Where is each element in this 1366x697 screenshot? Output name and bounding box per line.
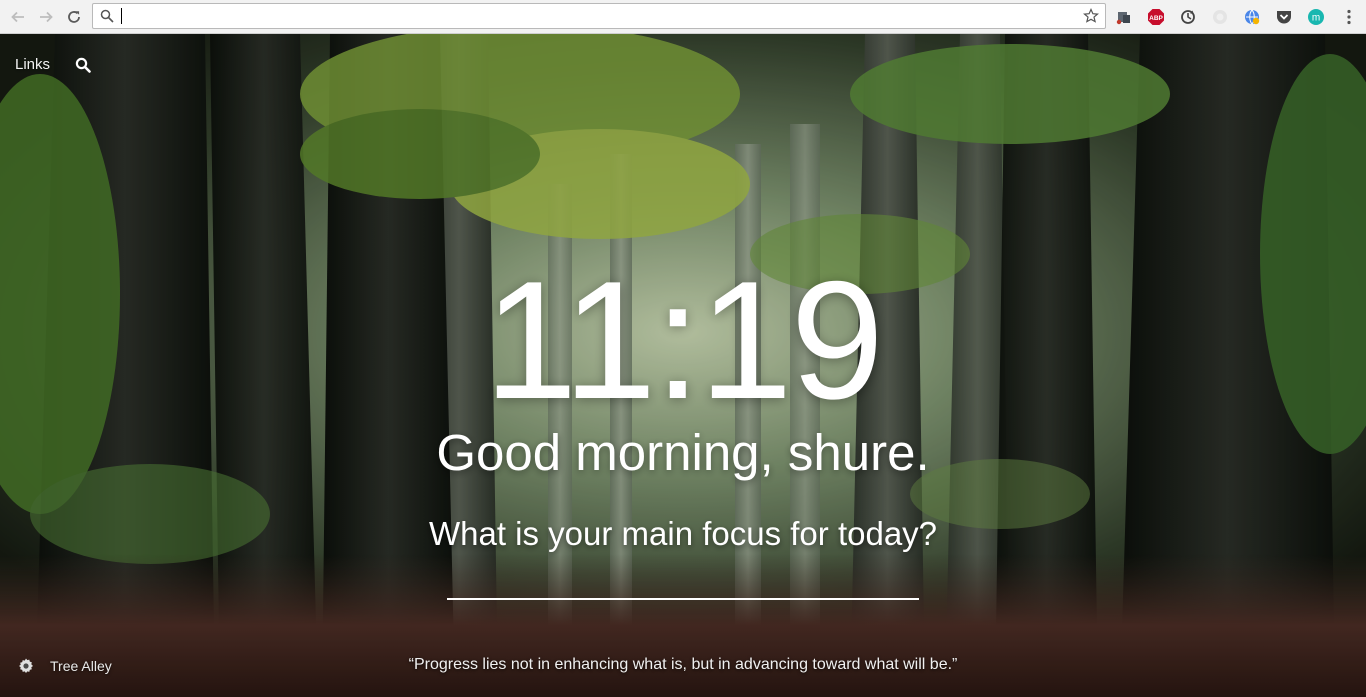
back-button[interactable]: [7, 6, 29, 28]
extension-adblock[interactable]: ABP: [1147, 8, 1165, 26]
translate-globe-icon: [1245, 9, 1260, 25]
browser-toolbar: ABP m: [0, 0, 1366, 34]
focus-question: What is your main focus for today?: [428, 515, 938, 552]
text-caret: [121, 8, 122, 24]
svg-text:m: m: [1312, 13, 1320, 24]
extension-sync[interactable]: [1179, 8, 1197, 26]
extension-disabled[interactable]: [1211, 8, 1229, 26]
extension-momentum[interactable]: m: [1307, 8, 1325, 26]
bookmark-star-icon[interactable]: [1083, 8, 1099, 24]
back-arrow-icon: [11, 11, 24, 23]
extension-translate[interactable]: [1243, 8, 1261, 26]
address-input[interactable]: [120, 6, 1070, 26]
clock-time: 11:19: [484, 246, 884, 434]
address-bar[interactable]: [92, 3, 1106, 29]
focus-input[interactable]: [447, 566, 919, 600]
adblock-plus-icon: ABP: [1148, 9, 1164, 25]
pocket-icon: [1277, 11, 1291, 24]
links-button[interactable]: Links: [15, 56, 50, 73]
forward-arrow-icon: [40, 11, 53, 23]
sync-refresh-icon: [1181, 10, 1195, 24]
puzzle-extension-icon: [1116, 12, 1130, 25]
momentum-icon: m: [1308, 9, 1324, 25]
search-icon[interactable]: [75, 57, 91, 73]
extension-puzzle[interactable]: [1115, 8, 1133, 26]
disabled-extension-icon: [1213, 10, 1227, 24]
svg-text:ABP: ABP: [1149, 15, 1163, 22]
reload-button[interactable]: [63, 6, 85, 28]
search-icon: [100, 9, 114, 23]
daily-quote[interactable]: “Progress lies not in enhancing what is,…: [0, 656, 1366, 674]
reload-icon: [68, 11, 80, 23]
kebab-menu-icon: [1347, 9, 1351, 25]
forward-button[interactable]: [35, 6, 57, 28]
greeting-text: Good morning, shure.: [436, 424, 930, 481]
browser-menu-button[interactable]: [1340, 8, 1358, 26]
extension-pocket[interactable]: [1275, 8, 1293, 26]
